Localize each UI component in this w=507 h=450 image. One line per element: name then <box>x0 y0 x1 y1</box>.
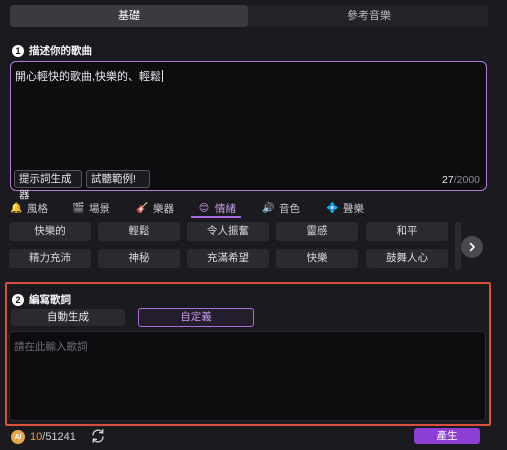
mood-tag[interactable]: 輕鬆 <box>98 222 180 241</box>
category-tab-timbre[interactable]: 🔊 音色 <box>262 200 300 217</box>
bell-icon: 🔔 <box>10 203 23 214</box>
lyrics-auto-generate-tab[interactable]: 自動生成 <box>11 309 125 326</box>
active-category-underline <box>191 216 241 218</box>
listen-example-button[interactable]: 試聽範例! <box>86 170 150 188</box>
mood-tag[interactable]: 充滿希望 <box>187 249 269 268</box>
mode-tabs: 基礎 參考音樂 <box>10 5 488 27</box>
credits-display: AI 10/51241 <box>11 429 76 445</box>
mood-tag[interactable]: 靈感 <box>276 222 358 241</box>
category-tab-vocal[interactable]: 💠 聲樂 <box>326 200 364 217</box>
describe-section-title: 描述你的歌曲 <box>29 45 92 57</box>
category-label: 音色 <box>279 203 300 215</box>
next-tags-button[interactable] <box>461 236 483 258</box>
song-description-text: 開心輕快的歌曲,快樂的、輕鬆 <box>15 68 163 84</box>
step-one-badge: 1 <box>12 44 24 57</box>
refresh-glyph <box>92 429 104 443</box>
lyrics-custom-tab[interactable]: 自定義 <box>138 308 254 327</box>
mood-tag[interactable]: 精力充沛 <box>9 249 91 268</box>
style-category-tabs: 🔔 風格 🎬 場景 🎸 樂器 😊 情緒 🔊 音色 💠 聲樂 <box>8 200 478 217</box>
lyrics-input[interactable] <box>9 331 486 421</box>
category-label: 情緒 <box>215 203 236 215</box>
mood-tag[interactable]: 快樂 <box>276 249 358 268</box>
mood-tag[interactable]: 快樂的 <box>9 222 91 241</box>
character-count: 27/2000 <box>442 174 480 186</box>
mood-tag[interactable]: 和平 <box>366 222 448 241</box>
guitar-icon: 🎸 <box>136 203 149 214</box>
describe-section-heading: 1 描述你的歌曲 <box>12 43 92 58</box>
category-label: 樂器 <box>153 203 174 215</box>
smiley-icon: 😊 <box>198 203 210 214</box>
refresh-icon[interactable] <box>90 428 106 444</box>
coin-icon: AI <box>11 430 25 444</box>
tab-reference-music[interactable]: 參考音樂 <box>250 5 488 27</box>
mood-tag[interactable]: 鼓舞人心 <box>366 249 448 268</box>
speaker-icon: 🔊 <box>262 203 275 214</box>
clapperboard-icon: 🎬 <box>72 203 85 214</box>
category-tab-genre[interactable]: 🔔 風格 <box>10 200 48 217</box>
category-label: 聲樂 <box>343 203 364 215</box>
song-description-input[interactable]: 開心輕快的歌曲,快樂的、輕鬆 提示詞生成器 試聽範例! 27/2000 <box>10 61 487 201</box>
lyrics-section-title: 編寫歌詞 <box>29 294 71 306</box>
category-label: 風格 <box>27 203 48 215</box>
category-tab-mood[interactable]: 😊 情緒 <box>198 200 236 217</box>
diamond-icon: 💠 <box>326 203 339 214</box>
category-label: 場景 <box>89 203 110 215</box>
generate-button[interactable]: 產生 <box>414 428 480 444</box>
step-two-badge: 2 <box>12 293 24 306</box>
chevron-right-icon <box>469 242 475 252</box>
prompt-generator-button[interactable]: 提示詞生成器 <box>14 170 82 201</box>
lyrics-section-heading: 2 編寫歌詞 <box>12 292 71 307</box>
category-tab-scene[interactable]: 🎬 場景 <box>72 200 110 217</box>
credits-value: 10/51241 <box>30 431 76 443</box>
tab-basic[interactable]: 基礎 <box>10 5 248 27</box>
category-tab-instrument[interactable]: 🎸 樂器 <box>136 200 174 217</box>
mood-tag[interactable]: 令人振奮 <box>187 222 269 241</box>
mood-tag[interactable]: 神秘 <box>98 249 180 268</box>
